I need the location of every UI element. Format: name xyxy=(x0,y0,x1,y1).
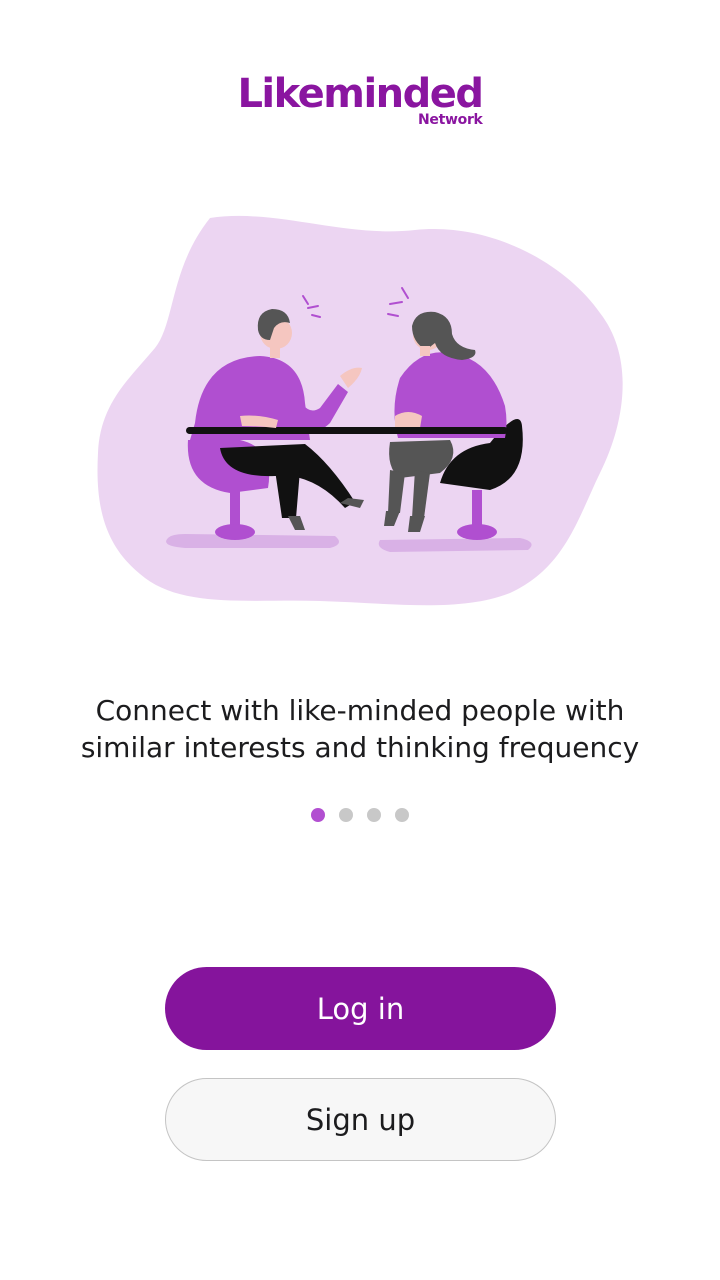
page-dot-4[interactable] xyxy=(395,808,409,822)
onboarding-tagline: Connect with like-minded people with sim… xyxy=(30,692,690,766)
page-indicator xyxy=(0,808,720,822)
signup-button[interactable]: Sign up xyxy=(165,1078,556,1161)
tagline-line-1: Connect with like-minded people with xyxy=(95,694,625,727)
right-person-neck xyxy=(420,346,430,356)
floor-shadow-right xyxy=(378,538,532,552)
right-chair-stem xyxy=(472,490,482,528)
right-chair-base xyxy=(457,524,497,540)
right-person-hand xyxy=(395,412,422,428)
page-dot-2[interactable] xyxy=(339,808,353,822)
tagline-line-2: similar interests and thinking frequency xyxy=(80,731,640,764)
logo-wordmark: Likeminded Network xyxy=(237,66,484,128)
onboarding-screen: Likeminded Network Connect with like-min… xyxy=(0,0,720,1280)
page-dot-3[interactable] xyxy=(367,808,381,822)
left-chair-stem xyxy=(230,486,240,528)
left-person-neck xyxy=(270,346,280,358)
left-chair-base xyxy=(215,524,255,540)
floor-shadow-left xyxy=(166,534,339,548)
table-top xyxy=(186,427,508,434)
login-button[interactable]: Log in xyxy=(165,967,556,1050)
page-dot-1[interactable] xyxy=(311,808,325,822)
two-people-talking-at-table-illustration xyxy=(97,215,623,606)
app-logo: Likeminded Network xyxy=(0,66,720,128)
logo-subtitle: Network xyxy=(417,112,483,128)
